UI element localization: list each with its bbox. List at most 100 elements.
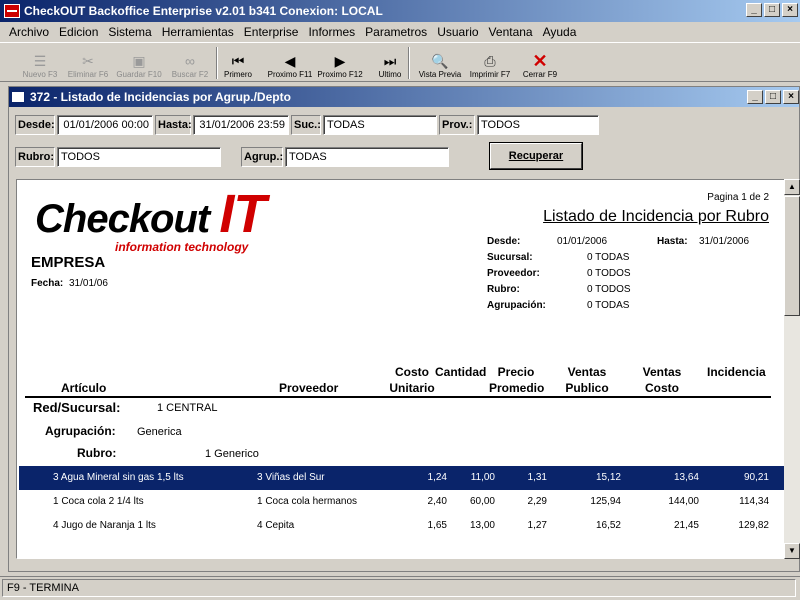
print-preview-label: Vista Previa — [418, 70, 462, 79]
delete-button[interactable]: ✂ Eliminar F6 — [62, 45, 114, 81]
recuperar-button[interactable]: Recuperar — [490, 143, 582, 169]
col-ventas-costo-line2: Costo — [645, 381, 679, 395]
cell-costo: 2,40 — [427, 496, 447, 507]
child-minimize-button[interactable]: _ — [747, 90, 763, 104]
close-button[interactable]: × — [782, 3, 798, 17]
menu-sistema[interactable]: Sistema — [103, 25, 156, 39]
cell-cantidad: 13,00 — [469, 520, 495, 531]
col-ventas-costo: Ventas Costo — [639, 364, 685, 396]
menu-herramientas[interactable]: Herramientas — [157, 25, 239, 39]
prev-button[interactable]: ◀ Proximo F11 — [264, 45, 316, 81]
new-button[interactable]: ☰ Nuevo F3 — [14, 45, 66, 81]
search-button[interactable]: ∞ Buscar F2 — [164, 45, 216, 81]
col-incidencia: Incidencia — [707, 365, 766, 379]
toolbar-separator — [408, 47, 410, 79]
cell-ventas-publico: 125,94 — [590, 496, 621, 507]
menu-archivo[interactable]: Archivo — [4, 25, 54, 39]
scroll-up-icon[interactable]: ▲ — [784, 179, 800, 195]
group-agrupacion-label: Agrupación: — [45, 424, 116, 438]
printer-icon: ⎙ — [484, 53, 496, 69]
desde-label: Desde: — [15, 115, 55, 135]
agrupacion-field[interactable]: TODAS — [285, 147, 449, 167]
proveedor-field[interactable]: TODOS — [477, 115, 599, 135]
checkout-it-logo: Checkout IT information technology — [35, 187, 266, 254]
cell-proveedor: 3 Viñas del Sur — [257, 472, 325, 483]
status-text: F9 - TERMINA — [2, 579, 796, 597]
menu-ayuda[interactable]: Ayuda — [538, 25, 582, 39]
menu-parametros[interactable]: Parametros — [360, 25, 432, 39]
col-precio-line2: Promedio — [489, 381, 545, 395]
status-bar: F9 - TERMINA — [0, 576, 800, 600]
col-cantidad: Cantidad — [435, 365, 487, 379]
col-costo-line1: Costo — [395, 365, 429, 379]
cell-proveedor: 1 Coca cola hermanos — [257, 496, 358, 507]
cell-ventas-publico: 16,52 — [595, 520, 621, 531]
recuperar-label: Recuperar — [508, 150, 564, 162]
maximize-button[interactable]: □ — [764, 3, 780, 17]
cell-precio: 1,27 — [527, 520, 547, 531]
menu-enterprise[interactable]: Enterprise — [239, 25, 304, 39]
col-costo-line2: Unitario — [389, 381, 435, 395]
report-rubro-label: Rubro: — [487, 284, 520, 295]
report-preview: Checkout IT information technology Pagin… — [16, 179, 786, 559]
desde-field[interactable]: 01/01/2006 00:00 — [57, 115, 153, 135]
binoculars-icon: ∞ — [185, 53, 195, 69]
child-close-button[interactable]: × — [783, 90, 799, 104]
menu-informes[interactable]: Informes — [303, 25, 360, 39]
hasta-field[interactable]: 31/01/2006 23:59 — [193, 115, 289, 135]
next-button[interactable]: ▶ Proximo F12 — [314, 45, 366, 81]
prev-label: Proximo F11 — [267, 70, 313, 79]
delete-label: Eliminar F6 — [67, 70, 109, 79]
report-rubro-value: 0 TODOS — [587, 284, 631, 295]
close-form-button[interactable]: ✕ Cerrar F9 — [514, 45, 566, 81]
first-button[interactable]: ⏮ Primero — [212, 45, 264, 81]
agrupacion-label: Agrup.: — [241, 147, 283, 167]
page-number: Pagina 1 de 2 — [707, 192, 769, 203]
child-maximize-button[interactable]: □ — [765, 90, 781, 104]
cell-proveedor: 4 Cepita — [257, 520, 295, 531]
report-agrupacion-value: 0 TODAS — [587, 300, 630, 311]
minimize-button[interactable]: _ — [746, 3, 762, 17]
scroll-down-icon[interactable]: ▼ — [784, 543, 800, 559]
rubro-label: Rubro: — [15, 147, 55, 167]
cell-articulo: 4 Jugo de Naranja 1 lts — [53, 520, 156, 531]
last-record-icon: ⏭ — [383, 53, 397, 69]
report-window-titlebar: 372 - Listado de Incidencias por Agrup./… — [9, 87, 799, 107]
report-vertical-scrollbar[interactable]: ▲ ▼ — [784, 179, 800, 559]
group-rubro-label: Rubro: — [77, 446, 117, 460]
fecha-label: Fecha: — [31, 278, 64, 289]
prev-record-icon: ◀ — [284, 53, 296, 69]
red-sucursal-value: 1 CENTRAL — [157, 402, 218, 414]
fecha-value: 31/01/06 — [69, 278, 108, 289]
save-label: Guardar F10 — [116, 70, 162, 79]
menu-edicion[interactable]: Edicion — [54, 25, 103, 39]
rubro-field[interactable]: TODOS — [57, 147, 221, 167]
header-rule — [25, 396, 771, 398]
scroll-thumb[interactable] — [784, 196, 800, 316]
save-button[interactable]: ▣ Guardar F10 — [113, 45, 165, 81]
print-button[interactable]: ⎙ Imprimir F7 — [464, 45, 516, 81]
window-controls: _ □ × — [746, 3, 798, 17]
cell-cantidad: 60,00 — [469, 496, 495, 507]
next-label: Proximo F12 — [317, 70, 363, 79]
toolbar: ☰ Nuevo F3 ✂ Eliminar F6 ▣ Guardar F10 ∞… — [0, 42, 800, 82]
delete-icon: ✂ — [82, 53, 94, 69]
cell-costo: 1,24 — [427, 472, 447, 483]
next-record-icon: ▶ — [334, 53, 346, 69]
cell-precio: 1,31 — [527, 472, 547, 483]
report-proveedor-value: 0 TODOS — [587, 268, 631, 279]
cell-articulo: 1 Coca cola 2 1/4 lts — [53, 496, 144, 507]
red-sucursal-label: Red/Sucursal: — [33, 400, 121, 415]
hasta-label: Hasta: — [155, 115, 192, 135]
report-sucursal-label: Sucursal: — [487, 252, 533, 263]
report-desde-label: Desde: — [487, 236, 521, 247]
cell-ventas-costo: 13,64 — [673, 472, 699, 483]
print-preview-button[interactable]: 🔍 Vista Previa — [414, 45, 466, 81]
report-proveedor-label: Proveedor: — [487, 268, 540, 279]
menu-usuario[interactable]: Usuario — [432, 25, 483, 39]
cell-incidencia: 90,21 — [743, 472, 769, 483]
sucursal-field[interactable]: TODAS — [323, 115, 437, 135]
close-x-icon: ✕ — [532, 51, 548, 71]
report-sucursal-value: 0 TODAS — [587, 252, 630, 263]
menu-ventana[interactable]: Ventana — [484, 25, 538, 39]
